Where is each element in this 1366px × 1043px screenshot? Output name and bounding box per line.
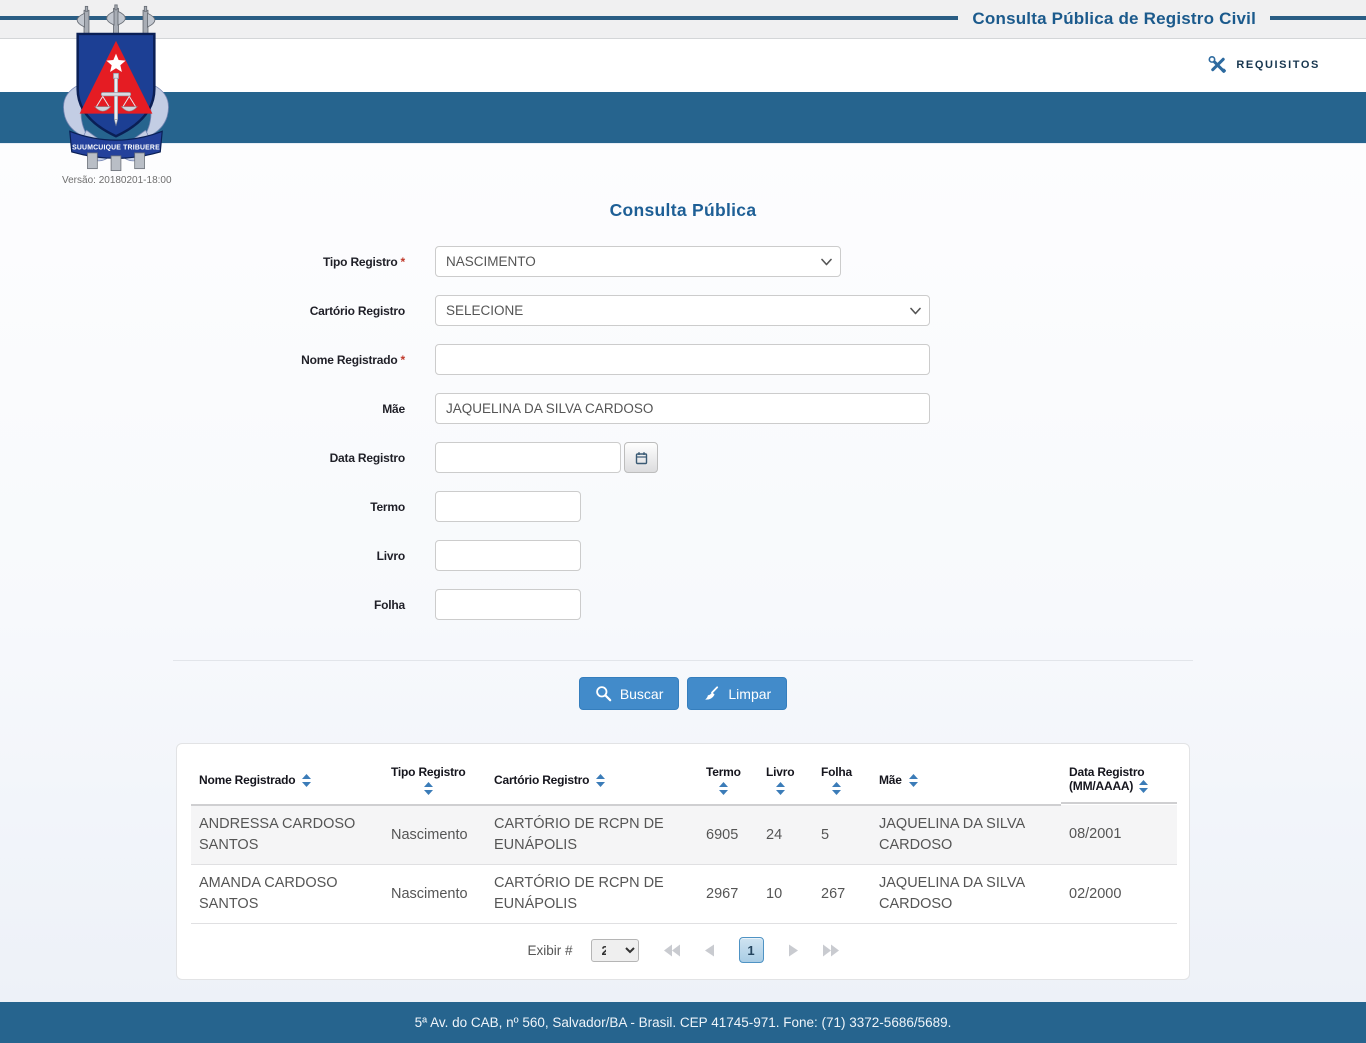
next-page-button[interactable]: [788, 944, 798, 957]
version-label: Versão: 20180201-18:00: [62, 175, 172, 186]
cartorio-registro-select[interactable]: SELECIONE: [435, 295, 930, 326]
cell-data: 08/2001: [1061, 805, 1177, 866]
nome-registrado-input[interactable]: [435, 344, 930, 375]
requisitos-link[interactable]: REQUISITOS: [1208, 55, 1320, 74]
calendar-icon: [635, 451, 648, 465]
termo-label: Termo: [370, 499, 405, 514]
cell-nome: ANDRESSA CARDOSO SANTOS: [191, 805, 383, 866]
field-row-tipo-registro: Tipo Registro * NASCIMENTO: [0, 246, 1366, 277]
cell-data: 02/2000: [1061, 864, 1177, 925]
required-marker: *: [400, 254, 406, 269]
mae-input[interactable]: [435, 393, 930, 424]
col-data-registro[interactable]: Data Registro (MM/AAAA): [1061, 756, 1177, 804]
sort-icon: [596, 773, 606, 787]
tipo-registro-label: Tipo Registro *: [323, 254, 406, 269]
cell-folha: 267: [813, 864, 871, 925]
calendar-button[interactable]: [624, 442, 658, 473]
pagination: Exibir # 25 1: [191, 924, 1175, 975]
col-cartorio-registro[interactable]: Cartório Registro: [486, 756, 698, 806]
header: Consulta Pública de Registro Civil REQUI…: [0, 0, 1366, 144]
results-panel: Nome Registrado Tipo Registro Cartório R…: [176, 743, 1190, 981]
search-icon: [595, 685, 612, 702]
header-title-strip: Consulta Pública de Registro Civil: [0, 0, 1366, 39]
sort-icon: [302, 773, 312, 787]
requisitos-label: REQUISITOS: [1236, 58, 1320, 71]
sort-icon: [423, 782, 433, 795]
field-row-data-registro: Data Registro: [0, 442, 1366, 473]
field-row-folha: Folha: [0, 589, 1366, 620]
results-table: Nome Registrado Tipo Registro Cartório R…: [191, 756, 1177, 925]
page-size-select[interactable]: 25: [590, 938, 639, 962]
court-logo: SUUMCUIQUE TRIBUERE: [57, 4, 175, 179]
main-content: Consulta Pública Tipo Registro * NASCIMEN…: [0, 144, 1366, 1002]
col-termo[interactable]: Termo: [698, 756, 758, 806]
termo-input[interactable]: [435, 491, 581, 522]
col-tipo-registro[interactable]: Tipo Registro: [383, 756, 486, 806]
form-actions: Buscar Limpar: [0, 677, 1366, 710]
footer-address: 5ª Av. do CAB, nº 560, Salvador/BA - Bra…: [414, 1015, 952, 1030]
buscar-button[interactable]: Buscar: [578, 677, 680, 710]
cell-tipo: Nascimento: [383, 864, 486, 925]
cell-livro: 24: [758, 805, 813, 866]
col-livro[interactable]: Livro: [758, 756, 813, 806]
col-mae[interactable]: Mãe: [871, 756, 1061, 806]
col-nome-registrado[interactable]: Nome Registrado: [191, 756, 383, 806]
tipo-registro-select[interactable]: NASCIMENTO: [435, 246, 841, 277]
header-nav-strip: REQUISITOS: [0, 39, 1366, 92]
field-row-termo: Termo: [0, 491, 1366, 522]
table-row: AMANDA CARDOSO SANTOS Nascimento CARTÓRI…: [191, 864, 1177, 925]
col-folha[interactable]: Folha: [813, 756, 871, 806]
livro-input[interactable]: [435, 540, 581, 571]
form-divider: [173, 660, 1193, 661]
cell-livro: 10: [758, 864, 813, 925]
cell-termo: 2967: [698, 864, 758, 925]
cell-nome: AMANDA CARDOSO SANTOS: [191, 864, 383, 925]
required-marker: *: [400, 352, 406, 367]
table-header-row: Nome Registrado Tipo Registro Cartório R…: [191, 756, 1177, 806]
data-registro-label: Data Registro: [329, 450, 406, 465]
page-title: Consulta Pública: [609, 200, 757, 220]
field-row-mae: Mãe: [0, 393, 1366, 424]
sort-icon: [1139, 779, 1149, 793]
sort-icon: [775, 782, 785, 795]
cell-mae: JAQUELINA DA SILVA CARDOSO: [871, 805, 1061, 866]
cell-cartorio: CARTÓRIO DE RCPN DE EUNÁPOLIS: [486, 805, 698, 866]
field-row-cartorio-registro: Cartório Registro SELECIONE: [0, 295, 1366, 326]
cartorio-registro-label: Cartório Registro: [309, 303, 405, 318]
limpar-button[interactable]: Limpar: [687, 677, 788, 710]
cell-tipo: Nascimento: [383, 805, 486, 866]
cell-folha: 5: [813, 805, 871, 866]
sort-icon: [832, 782, 841, 795]
last-page-button[interactable]: [822, 944, 839, 957]
nome-registrado-label: Nome Registrado *: [301, 352, 406, 367]
table-row: ANDRESSA CARDOSO SANTOS Nascimento CARTÓ…: [191, 805, 1177, 866]
logo-motto: SUUMCUIQUE TRIBUERE: [72, 144, 160, 151]
mae-label: Mãe: [382, 401, 405, 416]
sort-icon: [908, 773, 918, 787]
app-title: Consulta Pública de Registro Civil: [958, 8, 1270, 30]
header-blue-band: [0, 92, 1366, 144]
page-size-label: Exibir #: [527, 942, 573, 958]
prev-page-button[interactable]: [704, 944, 714, 957]
tools-icon: [1208, 55, 1227, 74]
data-registro-input[interactable]: [435, 442, 621, 473]
livro-label: Livro: [376, 548, 406, 563]
first-page-button[interactable]: [663, 944, 680, 957]
broom-icon: [703, 685, 720, 702]
axes-icon: [76, 4, 156, 38]
field-row-nome-registrado: Nome Registrado *: [0, 344, 1366, 375]
cell-cartorio: CARTÓRIO DE RCPN DE EUNÁPOLIS: [486, 864, 698, 925]
current-page[interactable]: 1: [738, 937, 764, 964]
footer: 5ª Av. do CAB, nº 560, Salvador/BA - Bra…: [0, 1002, 1366, 1043]
field-row-livro: Livro: [0, 540, 1366, 571]
folha-label: Folha: [374, 597, 405, 612]
cell-termo: 6905: [698, 805, 758, 866]
cell-mae: JAQUELINA DA SILVA CARDOSO: [871, 864, 1061, 925]
sort-icon: [718, 782, 728, 795]
folha-input[interactable]: [435, 589, 581, 620]
